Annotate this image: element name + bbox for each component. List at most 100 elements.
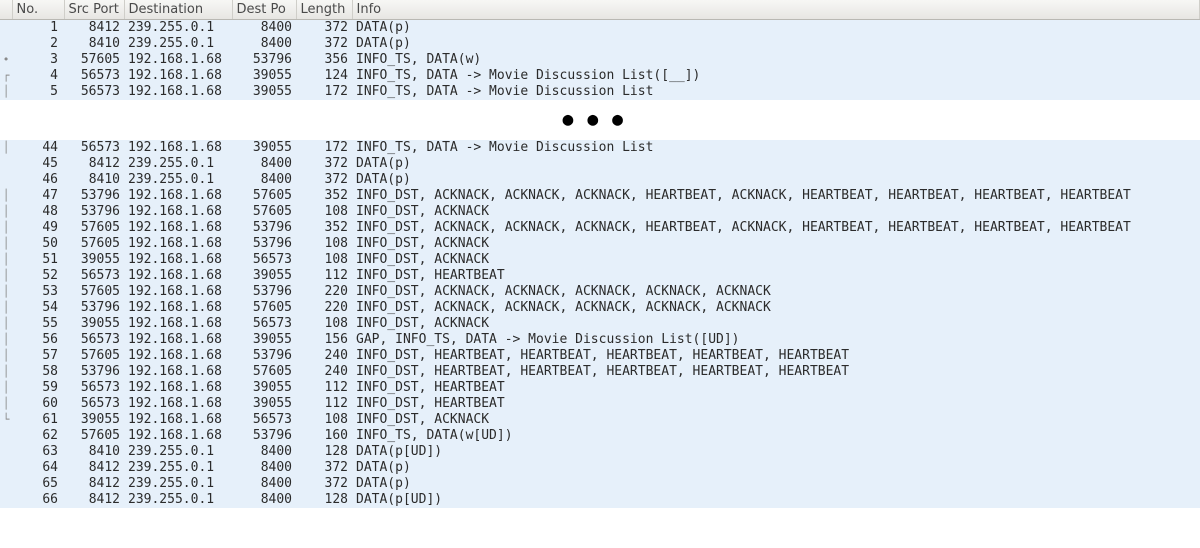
packet-list-header[interactable]: No. Src Port Destination Dest Po Length … bbox=[0, 0, 1200, 20]
info-cell: INFO_DST, HEARTBEAT bbox=[352, 396, 1200, 412]
table-row[interactable]: │5357605192.168.1.6853796220INFO_DST, AC… bbox=[0, 284, 1200, 300]
related-packet-mark-icon bbox=[0, 36, 12, 52]
info-cell: INFO_TS, DATA -> Movie Discussion List([… bbox=[352, 68, 1200, 84]
length-cell: 112 bbox=[296, 380, 352, 396]
packet-number-cell: 52 bbox=[12, 268, 64, 284]
packet-list-table[interactable]: No. Src Port Destination Dest Po Length … bbox=[0, 0, 1200, 508]
table-row[interactable]: │5139055192.168.1.6856573108INFO_DST, AC… bbox=[0, 252, 1200, 268]
packet-number-cell: 53 bbox=[12, 284, 64, 300]
related-packet-mark-icon bbox=[0, 444, 12, 460]
destination-cell: 192.168.1.68 bbox=[124, 52, 232, 68]
column-header-src[interactable]: Src Port bbox=[64, 0, 124, 20]
info-cell: DATA(p) bbox=[352, 20, 1200, 37]
info-cell: INFO_DST, HEARTBEAT bbox=[352, 268, 1200, 284]
column-header-dst[interactable]: Destination bbox=[124, 0, 232, 20]
related-packet-mark-icon: • bbox=[0, 52, 12, 68]
packet-number-cell: 61 bbox=[12, 412, 64, 428]
dest-port-cell: 39055 bbox=[232, 140, 296, 156]
table-row[interactable]: •357605192.168.1.6853796356INFO_TS, DATA… bbox=[0, 52, 1200, 68]
related-packet-mark-icon bbox=[0, 460, 12, 476]
length-cell: 160 bbox=[296, 428, 352, 444]
packet-number-cell: 1 bbox=[12, 20, 64, 37]
related-packet-mark-icon: │ bbox=[0, 300, 12, 316]
column-header-gutter[interactable] bbox=[0, 0, 12, 20]
packet-number-cell: 66 bbox=[12, 492, 64, 508]
table-row[interactable]: 6257605192.168.1.6853796160INFO_TS, DATA… bbox=[0, 428, 1200, 444]
destination-cell: 239.255.0.1 bbox=[124, 476, 232, 492]
destination-cell: 239.255.0.1 bbox=[124, 492, 232, 508]
src-port-cell: 56573 bbox=[64, 380, 124, 396]
dest-port-cell: 57605 bbox=[232, 300, 296, 316]
table-row[interactable]: │5453796192.168.1.6857605220INFO_DST, AC… bbox=[0, 300, 1200, 316]
src-port-cell: 57605 bbox=[64, 428, 124, 444]
table-row[interactable]: │5539055192.168.1.6856573108INFO_DST, AC… bbox=[0, 316, 1200, 332]
table-row[interactable]: │5256573192.168.1.6839055112INFO_DST, HE… bbox=[0, 268, 1200, 284]
table-row[interactable]: │4456573192.168.1.6839055172INFO_TS, DAT… bbox=[0, 140, 1200, 156]
info-cell: INFO_DST, HEARTBEAT bbox=[352, 380, 1200, 396]
info-cell: GAP, INFO_TS, DATA -> Movie Discussion L… bbox=[352, 332, 1200, 348]
related-packet-mark-icon: │ bbox=[0, 396, 12, 412]
table-row[interactable]: 638410239.255.0.18400128DATA(p[UD]) bbox=[0, 444, 1200, 460]
info-cell: DATA(p) bbox=[352, 460, 1200, 476]
related-packet-mark-icon: │ bbox=[0, 332, 12, 348]
dest-port-cell: 39055 bbox=[232, 380, 296, 396]
src-port-cell: 53796 bbox=[64, 204, 124, 220]
length-cell: 108 bbox=[296, 204, 352, 220]
destination-cell: 192.168.1.68 bbox=[124, 236, 232, 252]
table-row[interactable]: ┌456573192.168.1.6839055124INFO_TS, DATA… bbox=[0, 68, 1200, 84]
src-port-cell: 39055 bbox=[64, 252, 124, 268]
info-cell: DATA(p[UD]) bbox=[352, 492, 1200, 508]
table-row[interactable]: │5853796192.168.1.6857605240INFO_DST, HE… bbox=[0, 364, 1200, 380]
info-cell: INFO_DST, ACKNACK, ACKNACK, ACKNACK, HEA… bbox=[352, 220, 1200, 236]
length-cell: 372 bbox=[296, 36, 352, 52]
table-row[interactable]: │4753796192.168.1.6857605352INFO_DST, AC… bbox=[0, 188, 1200, 204]
length-cell: 172 bbox=[296, 84, 352, 100]
info-cell: DATA(p) bbox=[352, 36, 1200, 52]
table-row[interactable]: │6056573192.168.1.6839055112INFO_DST, HE… bbox=[0, 396, 1200, 412]
table-row[interactable]: │4853796192.168.1.6857605108INFO_DST, AC… bbox=[0, 204, 1200, 220]
table-row[interactable]: │5057605192.168.1.6853796108INFO_DST, AC… bbox=[0, 236, 1200, 252]
column-header-info[interactable]: Info bbox=[352, 0, 1200, 20]
length-cell: 128 bbox=[296, 492, 352, 508]
table-row[interactable]: 658412239.255.0.18400372DATA(p) bbox=[0, 476, 1200, 492]
packet-number-cell: 60 bbox=[12, 396, 64, 412]
table-row[interactable]: │5757605192.168.1.6853796240INFO_DST, HE… bbox=[0, 348, 1200, 364]
length-cell: 108 bbox=[296, 316, 352, 332]
table-row[interactable]: │5956573192.168.1.6839055112INFO_DST, HE… bbox=[0, 380, 1200, 396]
column-header-no[interactable]: No. bbox=[12, 0, 64, 20]
packet-number-cell: 44 bbox=[12, 140, 64, 156]
packet-number-cell: 63 bbox=[12, 444, 64, 460]
dest-port-cell: 53796 bbox=[232, 52, 296, 68]
info-cell: INFO_TS, DATA(w) bbox=[352, 52, 1200, 68]
related-packet-mark-icon: │ bbox=[0, 284, 12, 300]
table-row[interactable]: 28410239.255.0.18400372DATA(p) bbox=[0, 36, 1200, 52]
related-packet-mark-icon bbox=[0, 156, 12, 172]
table-row[interactable]: └6139055192.168.1.6856573108INFO_DST, AC… bbox=[0, 412, 1200, 428]
length-cell: 220 bbox=[296, 300, 352, 316]
info-cell: INFO_DST, ACKNACK, ACKNACK, ACKNACK, ACK… bbox=[352, 284, 1200, 300]
column-header-dp[interactable]: Dest Po bbox=[232, 0, 296, 20]
table-row[interactable]: 668412239.255.0.18400128DATA(p[UD]) bbox=[0, 492, 1200, 508]
table-row[interactable]: │556573192.168.1.6839055172INFO_TS, DATA… bbox=[0, 84, 1200, 100]
packet-number-cell: 47 bbox=[12, 188, 64, 204]
ellipsis-icon: ●●● bbox=[0, 100, 1200, 140]
table-row[interactable]: │5656573192.168.1.6839055156GAP, INFO_TS… bbox=[0, 332, 1200, 348]
info-cell: INFO_TS, DATA -> Movie Discussion List bbox=[352, 84, 1200, 100]
dest-port-cell: 39055 bbox=[232, 68, 296, 84]
column-header-len[interactable]: Length bbox=[296, 0, 352, 20]
src-port-cell: 53796 bbox=[64, 188, 124, 204]
packet-number-cell: 55 bbox=[12, 316, 64, 332]
dest-port-cell: 8400 bbox=[232, 156, 296, 172]
info-cell: DATA(p) bbox=[352, 172, 1200, 188]
length-cell: 108 bbox=[296, 412, 352, 428]
src-port-cell: 8412 bbox=[64, 476, 124, 492]
packet-number-cell: 59 bbox=[12, 380, 64, 396]
table-row[interactable]: 18412239.255.0.18400372DATA(p) bbox=[0, 20, 1200, 37]
table-row[interactable]: 468410239.255.0.18400372DATA(p) bbox=[0, 172, 1200, 188]
related-packet-mark-icon: │ bbox=[0, 188, 12, 204]
table-row[interactable]: │4957605192.168.1.6853796352INFO_DST, AC… bbox=[0, 220, 1200, 236]
src-port-cell: 53796 bbox=[64, 364, 124, 380]
table-row[interactable]: 648412239.255.0.18400372DATA(p) bbox=[0, 460, 1200, 476]
table-row[interactable]: 458412239.255.0.18400372DATA(p) bbox=[0, 156, 1200, 172]
info-cell: INFO_DST, HEARTBEAT, HEARTBEAT, HEARTBEA… bbox=[352, 364, 1200, 380]
